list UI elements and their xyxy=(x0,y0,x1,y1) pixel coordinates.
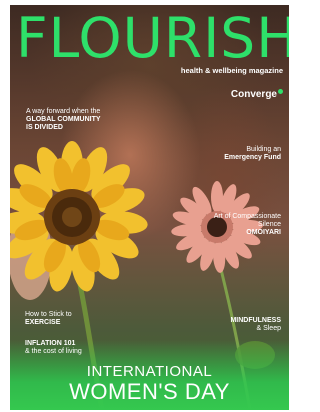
cover-line-global-community: A way forward when the GLOBAL COMMUNITY … xyxy=(26,108,106,132)
cover-line-kicker: & the cost of living xyxy=(25,348,82,356)
cover-line-headline: GLOBAL COMMUNITY IS DIVIDED xyxy=(26,116,101,132)
cover-line-kicker: How to Stick to xyxy=(25,311,72,318)
cover-line-kicker: A way forward when the xyxy=(26,108,101,115)
magazine-subtitle: health & wellbeing magazine xyxy=(180,66,283,75)
sunflower xyxy=(10,141,148,292)
cover-line-headline: EXERCISE xyxy=(25,319,61,327)
magazine-title: FLOURISH xyxy=(16,6,289,70)
cover-line-exercise: How to Stick to EXERCISE xyxy=(25,311,115,327)
cover-line-emergency-fund: Building an Emergency Fund xyxy=(201,146,281,162)
cover-line-kicker: & Sleep xyxy=(256,325,281,333)
cover-line-headline: Emergency Fund xyxy=(224,154,281,162)
headline-international: INTERNATIONAL xyxy=(86,363,213,380)
cover-line-kicker: Art of Compassionate Silence xyxy=(213,213,281,229)
cover-line-headline: MINDFULNESS xyxy=(230,317,281,324)
cover-line-omoiyari: Art of Compassionate Silence OMOIYARI xyxy=(201,213,281,237)
cover-line-inflation: INFLATION 101 & the cost of living xyxy=(25,340,115,356)
cover-line-headline: OMOIYARI xyxy=(246,229,281,237)
brand-name: Converge xyxy=(230,89,277,100)
brand-logo: Converge xyxy=(231,89,283,100)
brand-dot-icon xyxy=(278,89,283,94)
cover-line-kicker: Building an xyxy=(246,146,281,153)
headline-womens-day: WOMEN'S DAY xyxy=(69,379,230,404)
cover-line-headline: INFLATION 101 xyxy=(25,340,76,347)
cover-line-mindfulness: MINDFULNESS & Sleep xyxy=(201,317,281,333)
magazine-cover: FLOURISH health & wellbeing magazine Con… xyxy=(10,5,289,410)
